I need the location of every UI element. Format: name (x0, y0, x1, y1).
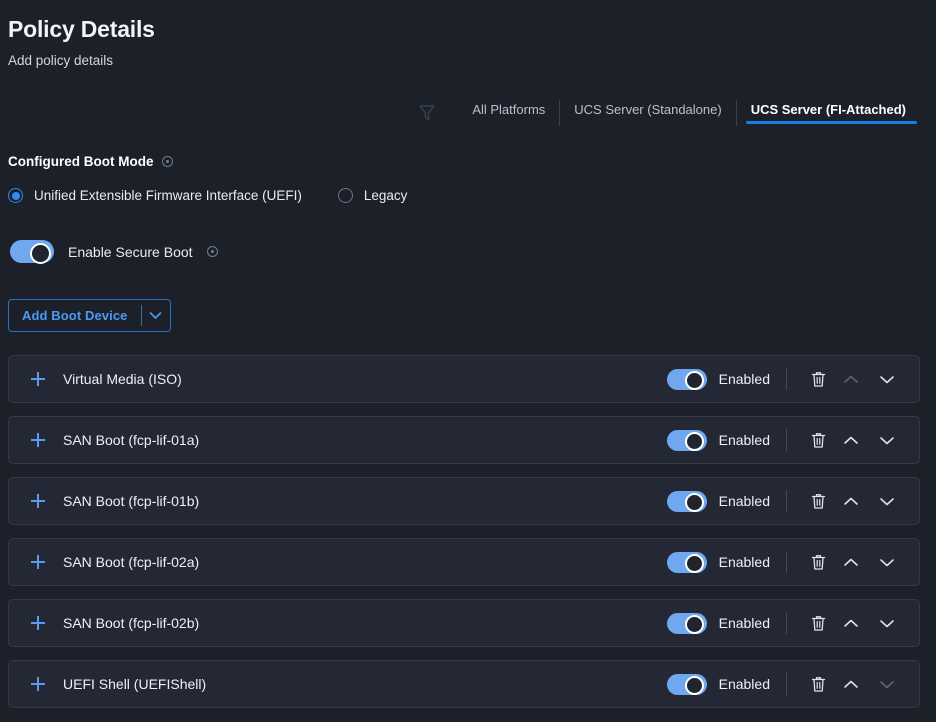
chevron-up-icon (833, 364, 869, 394)
boot-device-row: SAN Boot (fcp-lif-01a) Enabled (8, 416, 920, 464)
controls-divider (786, 368, 787, 390)
boot-device-row: SAN Boot (fcp-lif-02b) Enabled (8, 599, 920, 647)
controls-divider (786, 612, 787, 634)
boot-device-row: UEFI Shell (UEFIShell) Enabled (8, 660, 920, 708)
boot-device-enable-toggle[interactable] (666, 612, 707, 634)
chevron-down-icon (869, 669, 905, 699)
add-boot-device-button[interactable]: Add Boot Device (8, 299, 171, 332)
trash-icon[interactable] (803, 364, 833, 394)
platform-tab-3[interactable]: UCS Server (FI-Attached) (735, 100, 920, 126)
radio-label-legacy: Legacy (363, 188, 408, 203)
trash-icon[interactable] (803, 486, 833, 516)
boot-mode-radio-group: Unified Extensible Firmware Interface (U… (8, 188, 407, 203)
info-icon[interactable] (162, 156, 174, 167)
boot-device-enabled-label: Enabled (718, 615, 770, 631)
boot-device-enable-toggle[interactable] (666, 368, 707, 390)
radio-option-legacy[interactable]: Legacy (337, 188, 408, 203)
boot-device-enabled-label: Enabled (718, 676, 770, 692)
controls-divider (786, 429, 787, 451)
boot-device-enable-toggle[interactable] (666, 551, 707, 573)
chevron-down-icon[interactable] (869, 364, 905, 394)
boot-device-row: Virtual Media (ISO) Enabled (8, 355, 920, 403)
boot-device-controls: Enabled (666, 425, 905, 455)
plus-icon[interactable] (31, 677, 45, 691)
boot-device-row: SAN Boot (fcp-lif-01b) Enabled (8, 477, 920, 525)
boot-device-controls: Enabled (666, 608, 905, 638)
trash-icon[interactable] (803, 669, 833, 699)
chevron-down-icon[interactable] (869, 486, 905, 516)
controls-divider (786, 673, 787, 695)
boot-device-list: Virtual Media (ISO) Enabled SAN Boot (fcp-… (8, 355, 920, 721)
boot-device-name: SAN Boot (fcp-lif-02a) (63, 554, 200, 570)
boot-device-name: SAN Boot (fcp-lif-02b) (63, 615, 200, 631)
trash-icon[interactable] (803, 608, 833, 638)
page-subtitle: Add policy details (8, 53, 114, 68)
chevron-up-icon[interactable] (833, 669, 869, 699)
policy-details-page: Policy Details Add policy details All Pl… (0, 0, 936, 722)
enable-secure-boot-row: Enable Secure Boot (10, 240, 218, 264)
add-boot-device-label: Add Boot Device (22, 308, 128, 323)
chevron-down-icon[interactable] (869, 547, 905, 577)
chevron-down-icon[interactable] (142, 300, 170, 331)
boot-device-enabled-label: Enabled (718, 371, 770, 387)
boot-device-name: Virtual Media (ISO) (63, 371, 182, 387)
boot-device-enabled-label: Enabled (718, 432, 770, 448)
configured-boot-mode-label: Configured Boot Mode (8, 154, 174, 169)
page-title: Policy Details (8, 16, 155, 42)
boot-device-enable-toggle[interactable] (666, 673, 707, 695)
plus-icon[interactable] (31, 433, 45, 447)
radio-option-uefi[interactable]: Unified Extensible Firmware Interface (U… (8, 188, 302, 203)
platform-tab-bar: All Platforms UCS Server (Standalone) UCS … (416, 96, 920, 130)
boot-device-enabled-label: Enabled (718, 554, 770, 570)
trash-icon[interactable] (803, 547, 833, 577)
enable-secure-boot-label: Enable Secure Boot (68, 243, 193, 260)
plus-icon[interactable] (31, 494, 45, 508)
chevron-down-icon[interactable] (869, 425, 905, 455)
trash-icon[interactable] (803, 425, 833, 455)
boot-device-enable-toggle[interactable] (666, 429, 707, 451)
chevron-up-icon[interactable] (833, 547, 869, 577)
boot-mode-label-text: Configured Boot Mode (8, 154, 154, 169)
boot-device-controls: Enabled (666, 364, 905, 394)
filter-funnel-icon[interactable] (416, 102, 438, 124)
controls-divider (786, 551, 787, 573)
chevron-down-icon[interactable] (869, 608, 905, 638)
boot-device-controls: Enabled (666, 669, 905, 699)
page-header: Policy Details Add policy details (0, 0, 936, 70)
info-icon[interactable] (206, 246, 218, 257)
plus-icon[interactable] (31, 555, 45, 569)
chevron-up-icon[interactable] (833, 486, 869, 516)
boot-device-enable-toggle[interactable] (666, 490, 707, 512)
boot-device-row: SAN Boot (fcp-lif-02a) Enabled (8, 538, 920, 586)
chevron-up-icon[interactable] (833, 608, 869, 638)
plus-icon[interactable] (31, 616, 45, 630)
radio-indicator-legacy[interactable] (337, 188, 353, 203)
chevron-up-icon[interactable] (833, 425, 869, 455)
enable-secure-boot-toggle[interactable] (10, 240, 54, 264)
boot-device-name: SAN Boot (fcp-lif-01b) (63, 493, 200, 509)
boot-device-name: UEFI Shell (UEFIShell) (63, 676, 207, 692)
boot-device-name: SAN Boot (fcp-lif-01a) (63, 432, 200, 448)
controls-divider (786, 490, 787, 512)
platform-tab-2[interactable]: UCS Server (Standalone) (559, 100, 735, 126)
radio-indicator-uefi[interactable] (8, 188, 23, 203)
boot-device-controls: Enabled (666, 486, 905, 516)
plus-icon[interactable] (31, 372, 45, 386)
radio-label-uefi: Unified Extensible Firmware Interface (U… (34, 188, 302, 203)
boot-device-controls: Enabled (666, 547, 905, 577)
boot-device-enabled-label: Enabled (718, 493, 770, 509)
platform-tab-1[interactable]: All Platforms (458, 100, 559, 126)
